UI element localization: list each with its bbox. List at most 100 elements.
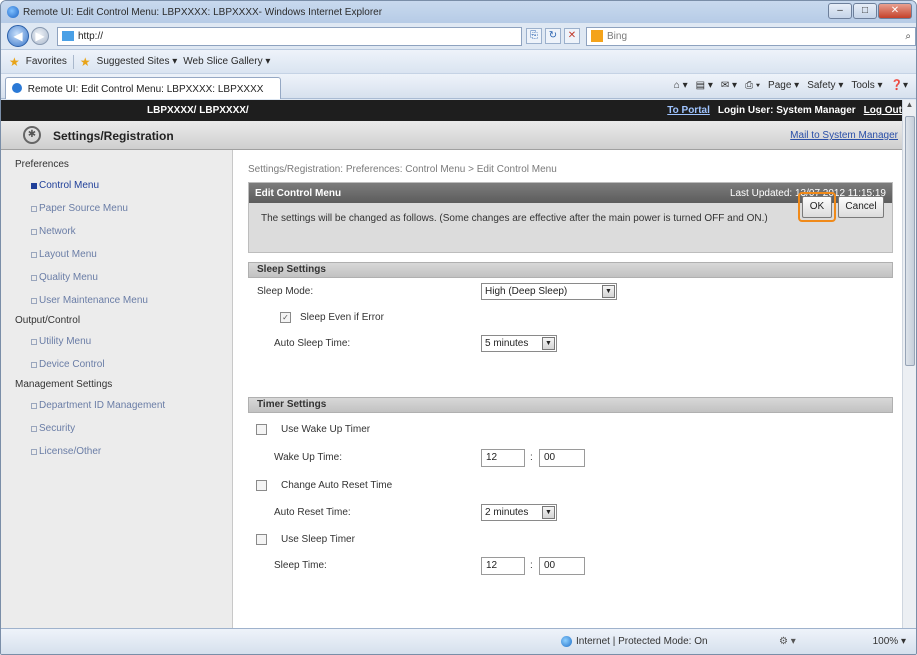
- sidebar-item-layout-menu[interactable]: Layout Menu: [1, 243, 232, 266]
- sleep-even-if-error-label: Sleep Even if Error: [300, 312, 384, 323]
- sidebar-group-output-control: Output/Control: [15, 315, 81, 326]
- sleep-mode-label: Sleep Mode:: [257, 286, 314, 297]
- page-title: Settings/Registration: [53, 129, 174, 143]
- window-controls: – □ ✕: [828, 3, 912, 19]
- print-icon[interactable]: ⎙ ▾: [745, 80, 760, 91]
- sidebar-item-department-id-management[interactable]: Department ID Management: [1, 394, 232, 417]
- tools-menu[interactable]: Tools ▾: [851, 80, 882, 91]
- change-auto-reset-time-label: Change Auto Reset Time: [281, 480, 393, 491]
- scroll-thumb[interactable]: [905, 116, 915, 366]
- browser-tab[interactable]: Remote UI: Edit Control Menu: LBPXXXX: L…: [5, 77, 281, 99]
- sleep-mode-select[interactable]: High (Deep Sleep) ▼: [481, 283, 617, 300]
- zone-text: Internet | Protected Mode: On: [576, 636, 708, 647]
- address-tools: ⎘ ↻ ✕: [526, 28, 580, 44]
- compatibility-icon[interactable]: ⎘: [526, 28, 542, 44]
- zoom-level[interactable]: 100% ▾: [873, 636, 906, 647]
- divider: [72, 54, 74, 69]
- wake-up-time-label: Wake Up Time:: [274, 452, 342, 463]
- auto-sleep-time-select[interactable]: 5 minutes ▼: [481, 335, 557, 352]
- feeds-icon[interactable]: ▤ ▾: [696, 80, 713, 91]
- search-placeholder: Bing: [607, 30, 628, 42]
- auto-reset-time-select[interactable]: 2 minutes ▼: [481, 504, 557, 521]
- tab-title: Remote UI: Edit Control Menu: LBPXXXX: L…: [27, 84, 264, 95]
- back-button[interactable]: ◀: [7, 25, 29, 47]
- breadcrumb: Settings/Registration: Preferences: Cont…: [248, 164, 557, 175]
- sidebar-group-preferences: Preferences: [15, 159, 69, 170]
- sidebar-item-paper-source-menu[interactable]: Paper Source Menu: [1, 197, 232, 220]
- close-button[interactable]: ✕: [878, 3, 912, 19]
- page-viewport: LBPXXXX/ LBPXXXX/ To Portal Login User: …: [1, 100, 904, 630]
- mail-to-system-manager-link[interactable]: Mail to System Manager: [790, 130, 898, 141]
- sidebar-item-control-menu[interactable]: Control Menu: [1, 174, 232, 197]
- bing-icon: [591, 30, 603, 42]
- main-content: Settings/Registration: Preferences: Cont…: [234, 150, 904, 630]
- web-slice-gallery-link[interactable]: Web Slice Gallery ▾: [183, 56, 270, 67]
- sidebar-item-license-other[interactable]: License/Other: [1, 440, 232, 463]
- sleep-settings-header: Sleep Settings: [248, 262, 893, 278]
- url-text: http://: [78, 30, 104, 42]
- auto-reset-time-value: 2 minutes: [485, 507, 529, 518]
- use-wake-up-timer-label: Use Wake Up Timer: [281, 424, 371, 435]
- login-user: Login User: System Manager: [717, 105, 856, 116]
- use-sleep-timer-checkbox[interactable]: [256, 534, 267, 545]
- rui-top-bar: LBPXXXX/ LBPXXXX/ To Portal Login User: …: [1, 100, 904, 121]
- suggested-sites-link[interactable]: Suggested Sites ▾: [97, 56, 178, 67]
- auto-sleep-time-label: Auto Sleep Time:: [274, 338, 351, 349]
- chevron-down-icon: ▼: [542, 506, 555, 519]
- log-out-link[interactable]: Log Out: [864, 105, 902, 116]
- sleep-minute-field[interactable]: 00: [539, 557, 585, 575]
- scroll-up-icon[interactable]: ▲: [903, 100, 916, 114]
- sidebar-item-security[interactable]: Security: [1, 417, 232, 440]
- chevron-down-icon: ▼: [542, 337, 555, 350]
- home-icon[interactable]: ⌂ ▾: [674, 80, 688, 91]
- minimize-button[interactable]: –: [828, 3, 852, 19]
- help-icon[interactable]: ❓▾: [891, 80, 908, 91]
- sleep-even-if-error-checkbox[interactable]: ✓: [280, 312, 291, 323]
- forward-button[interactable]: ▶: [31, 27, 49, 45]
- address-bar[interactable]: http://: [57, 26, 522, 46]
- panel-title: Edit Control Menu: [255, 187, 342, 199]
- model-name: LBPXXXX/ LBPXXXX/: [147, 105, 249, 116]
- wake-up-minute-field[interactable]: 00: [539, 449, 585, 467]
- rui-top-links: To Portal Login User: System Manager Log…: [667, 105, 902, 116]
- settings-gear-icon: ✱: [23, 126, 41, 144]
- safety-menu[interactable]: Safety ▾: [807, 80, 843, 91]
- stop-icon[interactable]: ✕: [564, 28, 580, 44]
- edit-control-menu-panel: Edit Control Menu Last Updated: 13/07 20…: [248, 182, 893, 253]
- timer-settings-header: Timer Settings: [248, 397, 893, 413]
- sidebar-item-quality-menu[interactable]: Quality Menu: [1, 266, 232, 289]
- use-wake-up-timer-checkbox[interactable]: [256, 424, 267, 435]
- search-icon[interactable]: ⌕: [905, 31, 911, 42]
- to-portal-link[interactable]: To Portal: [667, 105, 710, 116]
- security-zone[interactable]: Internet | Protected Mode: On: [561, 636, 708, 647]
- rui-header: ✱ Settings/Registration Mail to System M…: [1, 121, 904, 150]
- change-auto-reset-time-checkbox[interactable]: [256, 480, 267, 491]
- sidebar-item-device-control[interactable]: Device Control: [1, 353, 232, 376]
- vertical-scrollbar[interactable]: ▲: [902, 100, 916, 630]
- maximize-button[interactable]: □: [853, 3, 877, 19]
- ie-logo-icon: [7, 6, 19, 18]
- page-menu[interactable]: Page ▾: [768, 80, 799, 91]
- cancel-button[interactable]: Cancel: [838, 196, 884, 218]
- browser-window: Remote UI: Edit Control Menu: LBPXXXX: L…: [0, 0, 917, 655]
- favorites-button[interactable]: Favorites: [26, 56, 67, 67]
- add-favorites-icon[interactable]: ★: [80, 55, 91, 69]
- window-title: Remote UI: Edit Control Menu: LBPXXXX: L…: [23, 6, 383, 18]
- search-input[interactable]: Bing ⌕: [586, 26, 916, 46]
- sidebar-item-user-maintenance-menu[interactable]: User Maintenance Menu: [1, 289, 232, 312]
- ok-button[interactable]: OK: [802, 196, 832, 218]
- favorites-bar: ★ Favorites ★ Suggested Sites ▾ Web Slic…: [1, 49, 916, 73]
- use-sleep-timer-label: Use Sleep Timer: [281, 534, 355, 545]
- sidebar-item-utility-menu[interactable]: Utility Menu: [1, 330, 232, 353]
- internet-globe-icon: [561, 636, 572, 647]
- protected-mode-icon[interactable]: ⚙ ▾: [779, 636, 796, 647]
- sidebar: Preferences Control Menu Paper Source Me…: [1, 150, 233, 630]
- command-bar: ⌂ ▾ ▤ ▾ ✉ ▾ ⎙ ▾ Page ▾ Safety ▾ Tools ▾ …: [674, 80, 908, 91]
- sleep-hour-field[interactable]: 12: [481, 557, 525, 575]
- wake-up-hour-field[interactable]: 12: [481, 449, 525, 467]
- mail-icon[interactable]: ✉ ▾: [721, 80, 737, 91]
- refresh-icon[interactable]: ↻: [545, 28, 561, 44]
- sidebar-item-network[interactable]: Network: [1, 220, 232, 243]
- auto-reset-time-label: Auto Reset Time:: [274, 507, 351, 518]
- chevron-down-icon: ▼: [602, 285, 615, 298]
